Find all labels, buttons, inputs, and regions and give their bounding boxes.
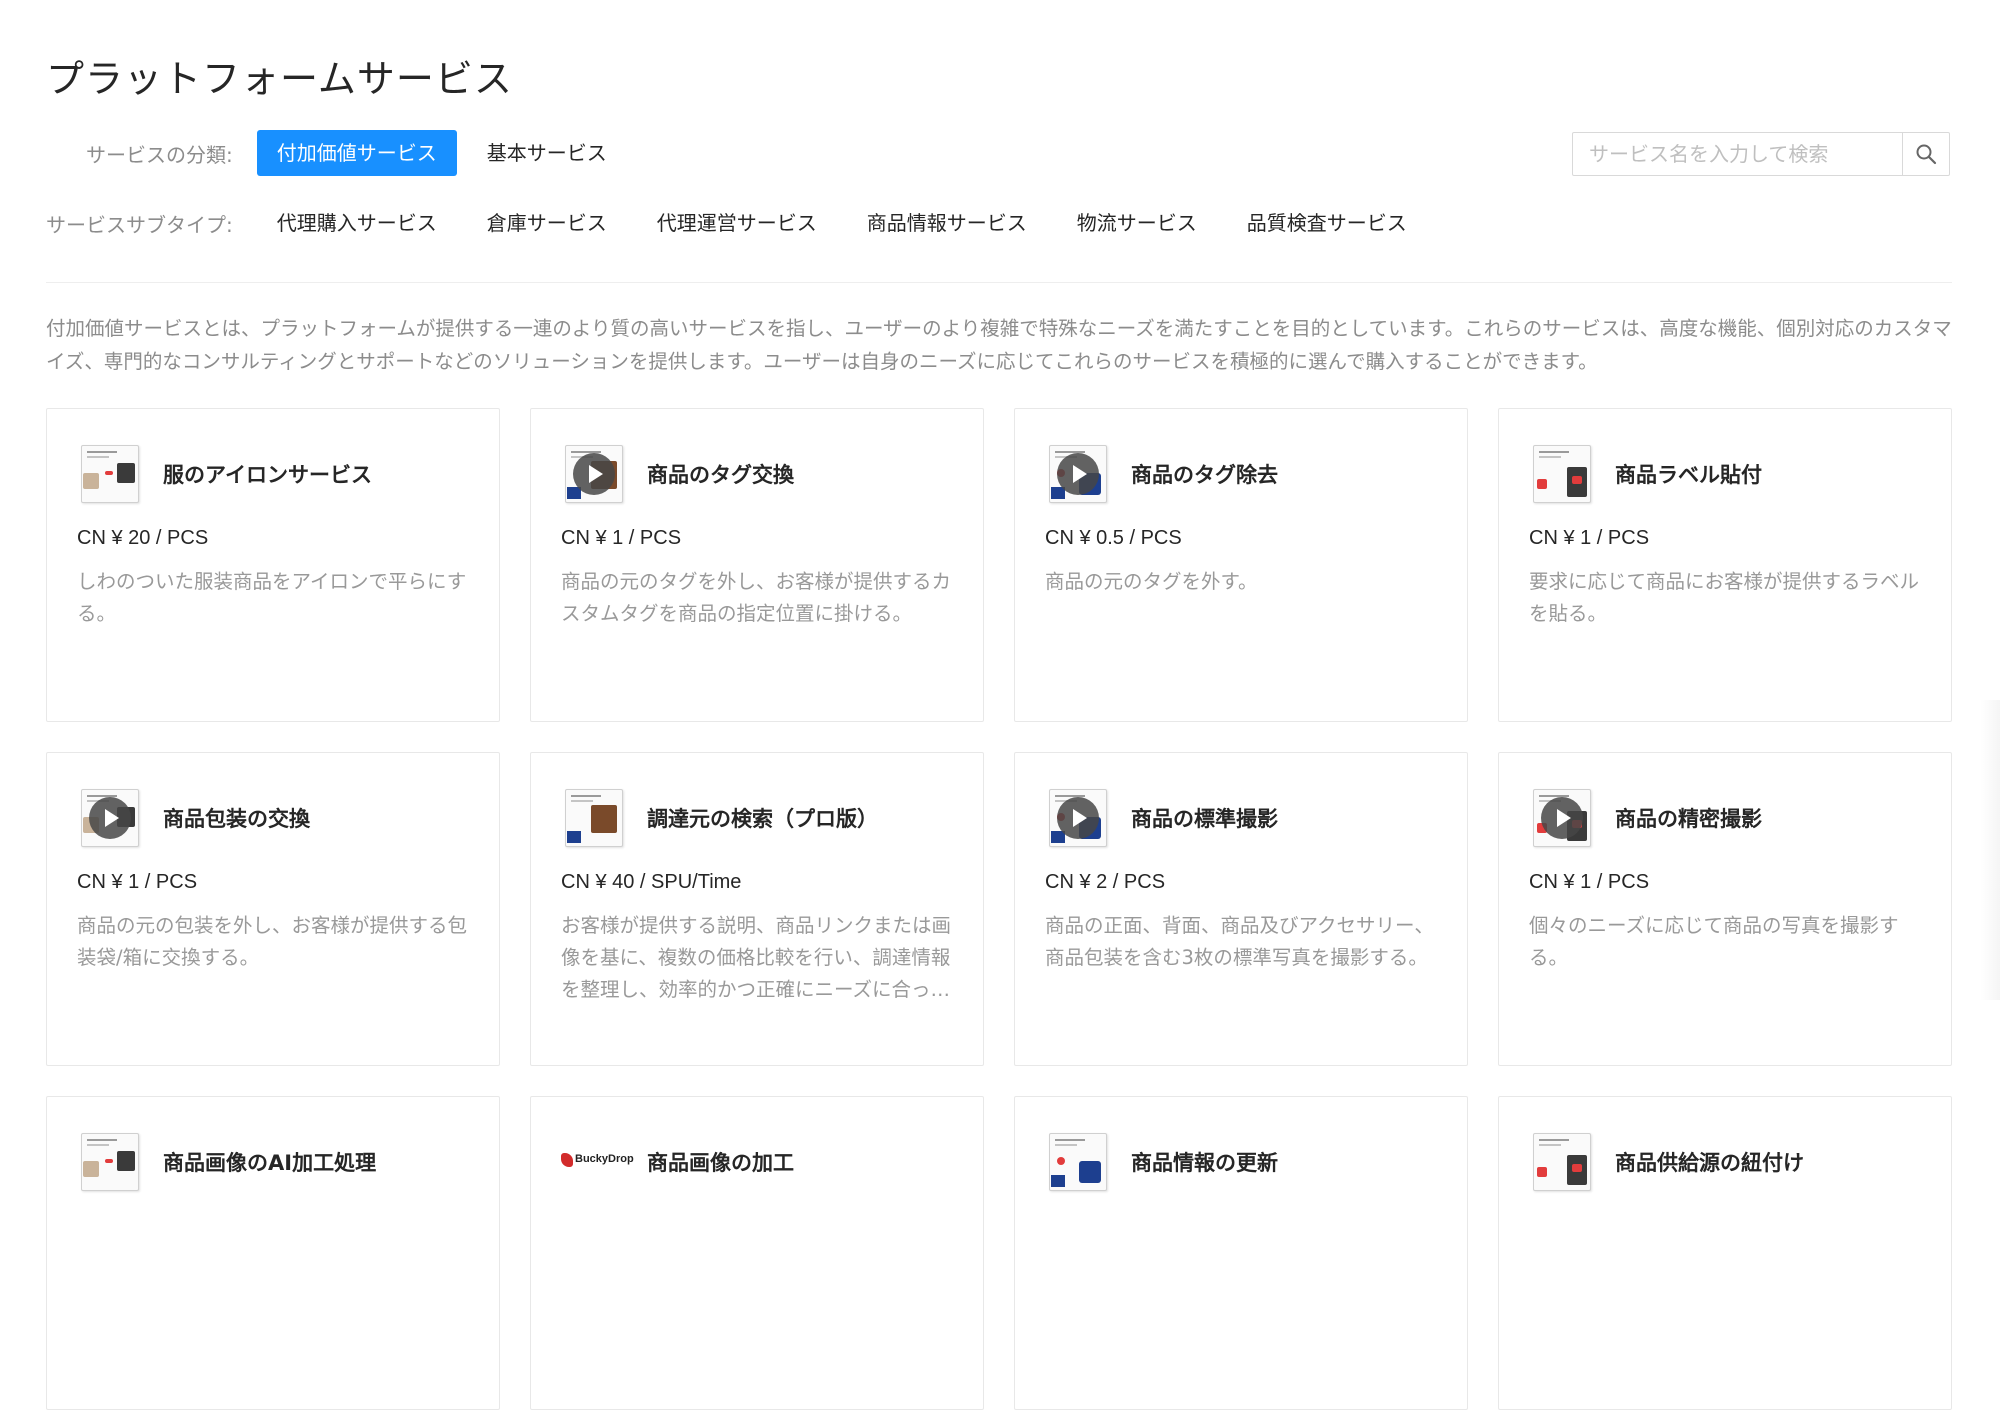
service-description: お客様が提供する説明、商品リンクまたは画像を基に、複数の価格比較を行い、調達情報… [561, 914, 952, 1001]
buckydrop-logo-icon: BuckyDrop [561, 1131, 634, 1193]
play-video-icon[interactable] [573, 453, 615, 495]
service-card[interactable]: 商品のタグ除去 CN ¥ 0.5 / PCS 商品の元のタグを外す。 [1014, 408, 1468, 722]
service-card-header: 商品供給源の紐付け [1529, 1131, 1921, 1193]
service-card[interactable]: 商品供給源の紐付け [1498, 1096, 1952, 1410]
service-card-grid: 服のアイロンサービス CN ¥ 20 / PCS しわのついた服装商品をアイロンで平… [46, 408, 1952, 1410]
subtype-chip-purchasing[interactable]: 代理購入サービス [257, 200, 457, 246]
logo-mark [561, 1153, 573, 1167]
subtype-chip-quality-check[interactable]: 品質検査サービス [1227, 200, 1427, 246]
service-card-header: 商品の標準撮影 [1045, 787, 1437, 849]
service-thumbnail-icon [77, 1131, 141, 1193]
service-card-header: 商品包装の交換 [77, 787, 469, 849]
service-card-header: 商品のタグ除去 [1045, 443, 1437, 505]
service-card[interactable]: 商品のタグ交換 CN ¥ 1 / PCS 商品の元のタグを外し、お客様が提供するカス… [530, 408, 984, 722]
service-price: CN ¥ 1 / PCS [77, 871, 198, 893]
service-card[interactable]: 商品の標準撮影 CN ¥ 2 / PCS 商品の正面、背面、商品及びアクセサリー、商… [1014, 752, 1468, 1066]
service-title: 商品のタグ除去 [1131, 463, 1278, 487]
service-card[interactable]: 調達元の検索（プロ版） CN ¥ 40 / SPU/Time お客様が提供する説明、… [530, 752, 984, 1066]
service-thumbnail-icon [561, 443, 625, 505]
service-title: 商品供給源の紐付け [1615, 1151, 1804, 1175]
subtype-chip-logistics[interactable]: 物流サービス [1057, 200, 1217, 246]
edge-shadow [1980, 700, 2000, 1000]
service-description: 商品の元のタグを外す。 [1045, 570, 1258, 593]
service-card-header: 調達元の検索（プロ版） [561, 787, 953, 849]
service-price: CN ¥ 20 / PCS [77, 527, 209, 549]
play-video-icon[interactable] [1541, 797, 1583, 839]
play-video-icon[interactable] [89, 797, 131, 839]
service-card-header: 商品ラベル貼付 [1529, 443, 1921, 505]
subtype-chip-operation[interactable]: 代理運営サービス [637, 200, 837, 246]
service-description: しわのついた服装商品をアイロンで平らにする。 [77, 570, 467, 625]
subtype-filter-row: サービスサブタイプ: 代理購入サービス 倉庫サービス 代理運営サービス 商品情報… [46, 200, 1437, 246]
service-description: 商品の正面、背面、商品及びアクセサリー、商品包装を含む3枚の標準写真を撮影する。 [1045, 914, 1434, 969]
service-card[interactable]: 商品の精密撮影 CN ¥ 1 / PCS 個々のニーズに応じて商品の写真を撮影する。 [1498, 752, 1952, 1066]
service-card-header: BuckyDrop 商品画像の加工 [561, 1131, 953, 1193]
service-description: 商品の元のタグを外し、お客様が提供するカスタムタグを商品の指定位置に掛ける。 [561, 570, 952, 625]
service-search-box [1572, 132, 1950, 176]
page-title: プラットフォームサービス [46, 57, 513, 101]
service-description: 要求に応じて商品にお客様が提供するラベルを貼る。 [1529, 570, 1920, 625]
service-thumbnail-icon [1045, 1131, 1109, 1193]
subtype-chip-warehouse[interactable]: 倉庫サービス [467, 200, 627, 246]
service-price: CN ¥ 1 / PCS [561, 527, 682, 549]
service-card[interactable]: 商品情報の更新 [1014, 1096, 1468, 1410]
service-price: CN ¥ 40 / SPU/Time [561, 871, 742, 893]
section-divider [46, 282, 1952, 283]
service-price: CN ¥ 1 / PCS [1529, 871, 1650, 893]
subtype-chip-product-info[interactable]: 商品情報サービス [847, 200, 1047, 246]
service-description: 商品の元の包装を外し、お客様が提供する包装袋/箱に交換する。 [77, 914, 468, 969]
service-thumbnail-icon [1045, 787, 1109, 849]
service-card[interactable]: 商品包装の交換 CN ¥ 1 / PCS 商品の元の包装を外し、お客様が提供する包装… [46, 752, 500, 1066]
play-video-icon[interactable] [1057, 453, 1099, 495]
service-card[interactable]: 商品ラベル貼付 CN ¥ 1 / PCS 要求に応じて商品にお客様が提供するラベルを… [1498, 408, 1952, 722]
service-card-header: 商品情報の更新 [1045, 1131, 1437, 1193]
category-chip-basic[interactable]: 基本サービス [467, 130, 627, 176]
service-thumbnail-icon [1529, 787, 1593, 849]
service-title: 調達元の検索（プロ版） [647, 807, 878, 831]
service-thumbnail-icon [561, 787, 625, 849]
service-thumbnail-icon [77, 443, 141, 505]
service-thumbnail-icon [1529, 1131, 1593, 1193]
service-card[interactable]: 服のアイロンサービス CN ¥ 20 / PCS しわのついた服装商品をアイロンで平… [46, 408, 500, 722]
service-title: 商品の標準撮影 [1131, 807, 1278, 831]
category-chip-value-added[interactable]: 付加価値サービス [256, 130, 457, 176]
service-title: 商品ラベル貼付 [1615, 463, 1762, 487]
service-search-input[interactable] [1573, 133, 1902, 175]
service-price: CN ¥ 1 / PCS [1529, 527, 1650, 549]
logo-text: BuckyDrop [575, 1153, 634, 1165]
category-description: 付加価値サービスとは、プラットフォームが提供する一連のより質の高いサービスを指し… [46, 317, 1952, 373]
service-card[interactable]: 商品画像のAI加工処理 [46, 1096, 500, 1410]
service-title: 商品包装の交換 [163, 807, 310, 831]
service-card[interactable]: BuckyDrop 商品画像の加工 [530, 1096, 984, 1410]
service-thumbnail-icon [1045, 443, 1109, 505]
service-title: 商品画像の加工 [647, 1151, 794, 1175]
service-price: CN ¥ 2 / PCS [1045, 871, 1166, 893]
subtype-filter-label: サービスサブタイプ: [46, 212, 233, 237]
play-video-icon[interactable] [1057, 797, 1099, 839]
service-description: 個々のニーズに応じて商品の写真を撮影する。 [1529, 914, 1899, 969]
service-title: 商品の精密撮影 [1615, 807, 1762, 831]
service-title: 服のアイロンサービス [163, 463, 372, 487]
service-card-header: 商品のタグ交換 [561, 443, 953, 505]
search-button[interactable] [1902, 133, 1949, 175]
service-title: 商品のタグ交換 [647, 463, 794, 487]
service-card-header: 服のアイロンサービス [77, 443, 469, 505]
service-title: 商品画像のAI加工処理 [163, 1151, 377, 1175]
category-filter-row: サービスの分類: 付加価値サービス 基本サービス [46, 130, 637, 176]
service-card-header: 商品の精密撮影 [1529, 787, 1921, 849]
service-thumbnail-icon [1529, 443, 1593, 505]
service-thumbnail-icon [77, 787, 141, 849]
category-filter-label: サービスの分類: [86, 142, 233, 167]
service-price: CN ¥ 0.5 / PCS [1045, 527, 1182, 549]
service-card-header: 商品画像のAI加工処理 [77, 1131, 469, 1193]
search-icon [1916, 144, 1937, 165]
service-title: 商品情報の更新 [1131, 1151, 1278, 1175]
